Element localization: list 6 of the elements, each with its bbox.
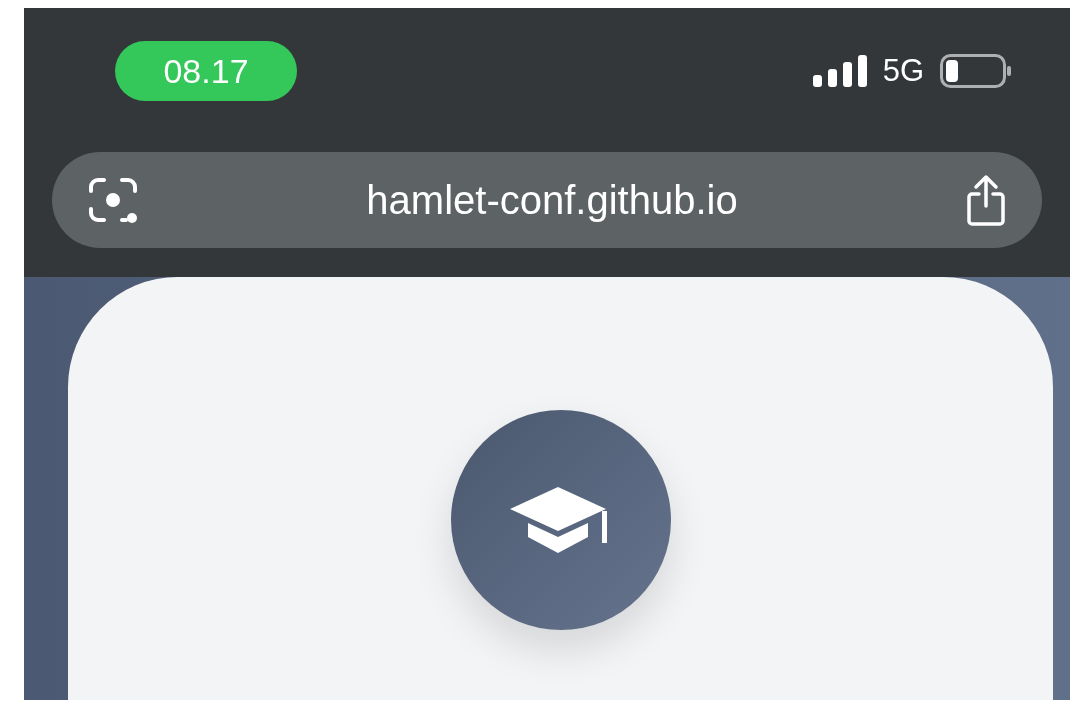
signal-icon	[812, 55, 867, 87]
lens-icon[interactable]	[88, 177, 138, 223]
share-icon[interactable]	[966, 174, 1006, 226]
battery-icon	[940, 54, 1012, 88]
time-indicator: 08.17	[115, 41, 297, 101]
network-label: 5G	[882, 51, 924, 90]
